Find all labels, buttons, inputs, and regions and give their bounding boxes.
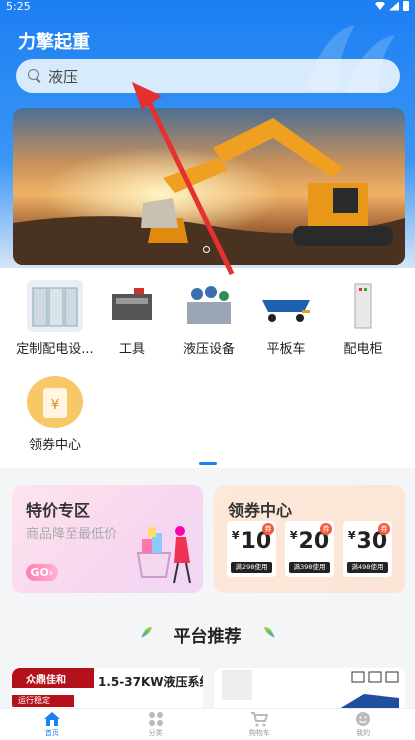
- home-icon: [43, 712, 60, 726]
- page-indicator: [199, 462, 217, 465]
- tools-icon: [104, 280, 160, 332]
- tab-cart[interactable]: 购物车: [208, 709, 312, 740]
- coupon-currency: ¥: [231, 529, 240, 542]
- leaf-right-icon: [264, 627, 275, 638]
- category-item-flatbed[interactable]: 平板车: [247, 280, 325, 357]
- signal-icon: [389, 1, 399, 11]
- distribution-cabinet-icon: [335, 280, 391, 332]
- coupon-condition: 满498使用: [347, 562, 388, 573]
- coupon-tag: 券: [378, 523, 390, 535]
- tab-category[interactable]: 分类: [104, 709, 208, 740]
- coupon-tag: 券: [262, 523, 274, 535]
- coupon-20[interactable]: ¥20 券 满398使用: [285, 521, 334, 577]
- cart-icon: [251, 712, 269, 727]
- promo-subtitle: 商品降至最低价: [26, 527, 118, 542]
- section-title: 平台推荐: [173, 627, 242, 647]
- category-item-tools[interactable]: 工具: [93, 280, 171, 357]
- hydraulic-equipment-icon: [181, 280, 237, 332]
- promo-title: 特价专区: [26, 501, 91, 520]
- go-button[interactable]: GO ›: [26, 564, 58, 581]
- category-label: 定制配电设...: [16, 342, 94, 357]
- brand-badge: 众鼎佳和: [12, 668, 94, 688]
- wifi-icon: [375, 2, 385, 10]
- profile-icon: [356, 712, 371, 726]
- power-cabinet-icon: [27, 280, 83, 332]
- category-label: 工具: [118, 342, 145, 357]
- category-label: 领券中心: [28, 438, 81, 453]
- category-label: 配电柜: [343, 342, 383, 357]
- coupon-condition: 满398使用: [289, 562, 330, 573]
- coupon-condition: 满298使用: [231, 562, 272, 573]
- product-card[interactable]: 众鼎佳和 运行稳定 1.5-37KW液压系统: [12, 668, 203, 712]
- category-grid: 定制配电设... 工具 液压设备 平板车 配电柜 ¥ 领券中心: [0, 268, 415, 468]
- product-card[interactable]: [214, 668, 405, 712]
- tab-label: 分类: [148, 729, 163, 737]
- status-icons: [375, 1, 409, 11]
- tab-label: 首页: [44, 729, 59, 737]
- tab-home[interactable]: 首页: [0, 709, 104, 740]
- flatbed-cart-icon: [258, 280, 314, 332]
- app-title: 力擎起重: [18, 32, 90, 53]
- coupon-tag: 券: [320, 523, 332, 535]
- annotation-arrow-icon: [132, 82, 235, 276]
- brand-tagline: 运行稳定: [12, 695, 74, 707]
- search-input[interactable]: 液压: [48, 66, 78, 87]
- coupon-center-card[interactable]: 领券中心 ¥10 券 满298使用 ¥20 券 满398使用 ¥30 券 满49…: [214, 485, 405, 593]
- status-time: 5:25: [6, 0, 31, 13]
- category-label: 液压设备: [182, 342, 235, 357]
- bottom-tab-bar: 首页 分类 购物车 我的: [0, 708, 415, 740]
- tab-label: 购物车: [248, 729, 270, 737]
- special-offer-card[interactable]: 特价专区 商品降至最低价 GO ›: [12, 485, 203, 593]
- category-item-power-equipment[interactable]: 定制配电设...: [16, 280, 94, 357]
- tab-label: 我的: [356, 729, 371, 737]
- category-item-hydraulic[interactable]: 液压设备: [170, 280, 248, 357]
- status-bar: 5:25: [0, 0, 415, 14]
- go-label: GO: [30, 566, 49, 579]
- svg-text:¥: ¥: [51, 398, 59, 413]
- category-icon: [148, 712, 163, 726]
- category-item-distribution-cabinet[interactable]: 配电柜: [324, 280, 402, 357]
- product-image: [222, 670, 399, 712]
- coupon-10[interactable]: ¥10 券 满298使用: [227, 521, 276, 577]
- coupon-currency: ¥: [289, 529, 298, 542]
- coupon-center-icon: ¥: [27, 376, 83, 428]
- tab-profile[interactable]: 我的: [311, 709, 415, 740]
- product-name: 1.5-37KW液压系统: [98, 675, 203, 689]
- category-item-coupon-center[interactable]: ¥ 领券中心: [16, 376, 94, 453]
- search-icon: [28, 69, 42, 83]
- coupon-30[interactable]: ¥30 券 满498使用: [343, 521, 392, 577]
- promo-title: 领券中心: [228, 501, 293, 520]
- coupon-currency: ¥: [347, 529, 356, 542]
- category-label: 平板车: [266, 342, 306, 357]
- shopping-illustration-icon: [136, 526, 191, 584]
- battery-icon: [403, 1, 409, 11]
